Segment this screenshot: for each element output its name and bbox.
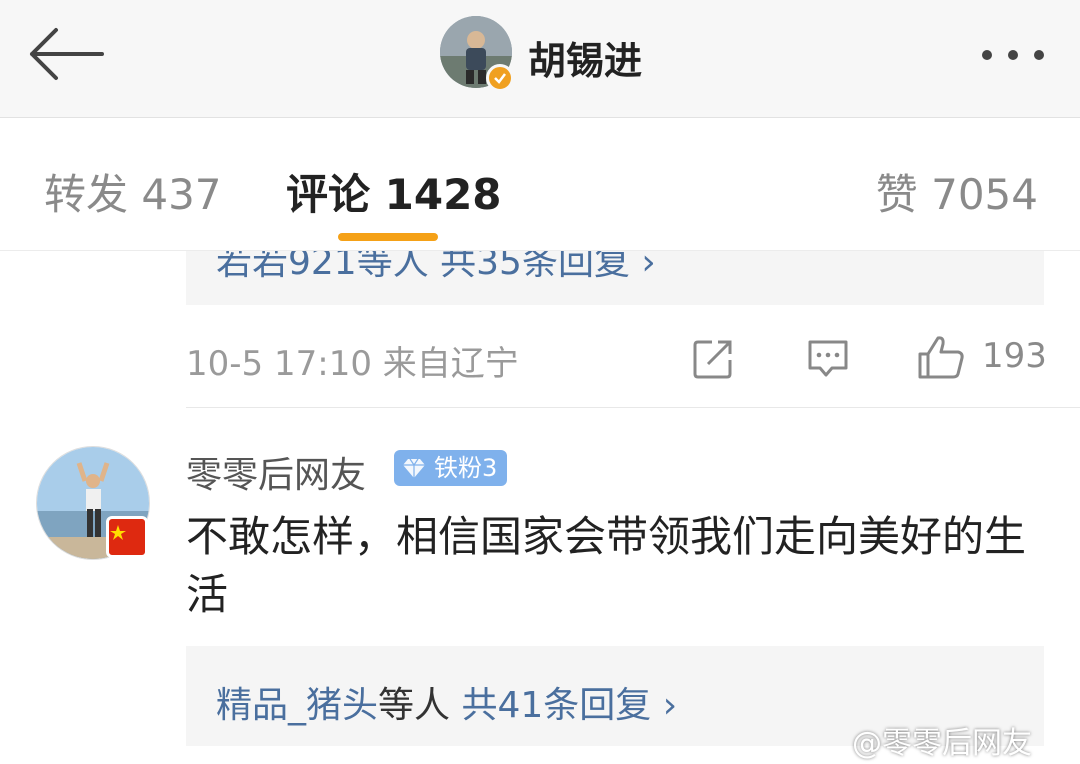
like-count: 193 — [982, 336, 1047, 376]
thumbs-up-icon — [918, 336, 964, 379]
diamond-icon — [403, 458, 425, 478]
verified-badge-icon — [486, 64, 514, 92]
previous-replies-box[interactable]: 若若921等人 共35条回复 › — [186, 251, 1044, 305]
more-button[interactable] — [976, 40, 1052, 70]
top-bar: 胡锡进 — [0, 0, 1080, 118]
repost-button[interactable] — [692, 338, 734, 384]
tab-likes[interactable]: 赞 7054 — [876, 161, 1038, 222]
fan-level-badge: 铁粉3 — [394, 450, 508, 486]
share-edit-icon — [693, 340, 732, 379]
comment-meta: 10-5 17:10 来自辽宁 — [186, 344, 519, 384]
more-dots-icon — [982, 50, 992, 60]
fan-level-label: 铁粉3 — [434, 454, 498, 482]
reply-user-link[interactable]: 精品_猪头 — [216, 685, 378, 726]
like-button[interactable] — [916, 334, 966, 384]
flag-badge-icon — [106, 516, 148, 558]
tab-comments[interactable]: 评论 1428 — [286, 161, 502, 222]
arrow-left-icon — [30, 28, 104, 80]
watermark: @零零后网友 — [852, 726, 1032, 761]
comment-icon — [808, 340, 848, 377]
author-name[interactable]: 胡锡进 — [528, 30, 642, 85]
tab-reposts[interactable]: 转发 437 — [44, 161, 222, 222]
back-button[interactable] — [26, 24, 106, 84]
comment-divider — [186, 407, 1080, 408]
active-tab-indicator — [338, 233, 438, 241]
comment-button[interactable] — [806, 338, 850, 384]
commenter-name[interactable]: 零零后网友 — [186, 446, 366, 498]
tab-bar: 转发 437 评论 1428 赞 7054 — [0, 119, 1080, 251]
reply-summary[interactable]: 精品_猪头等人 共41条回复 › — [216, 676, 677, 728]
comment-body: 不敢怎样，相信国家会带领我们走向美好的生活 — [186, 512, 1027, 619]
reply-connector-text: 等人 — [378, 685, 462, 726]
previous-replies-link[interactable]: 若若921等人 共35条回复 › — [216, 251, 656, 285]
reply-count-link[interactable]: 共41条回复 › — [461, 685, 677, 726]
